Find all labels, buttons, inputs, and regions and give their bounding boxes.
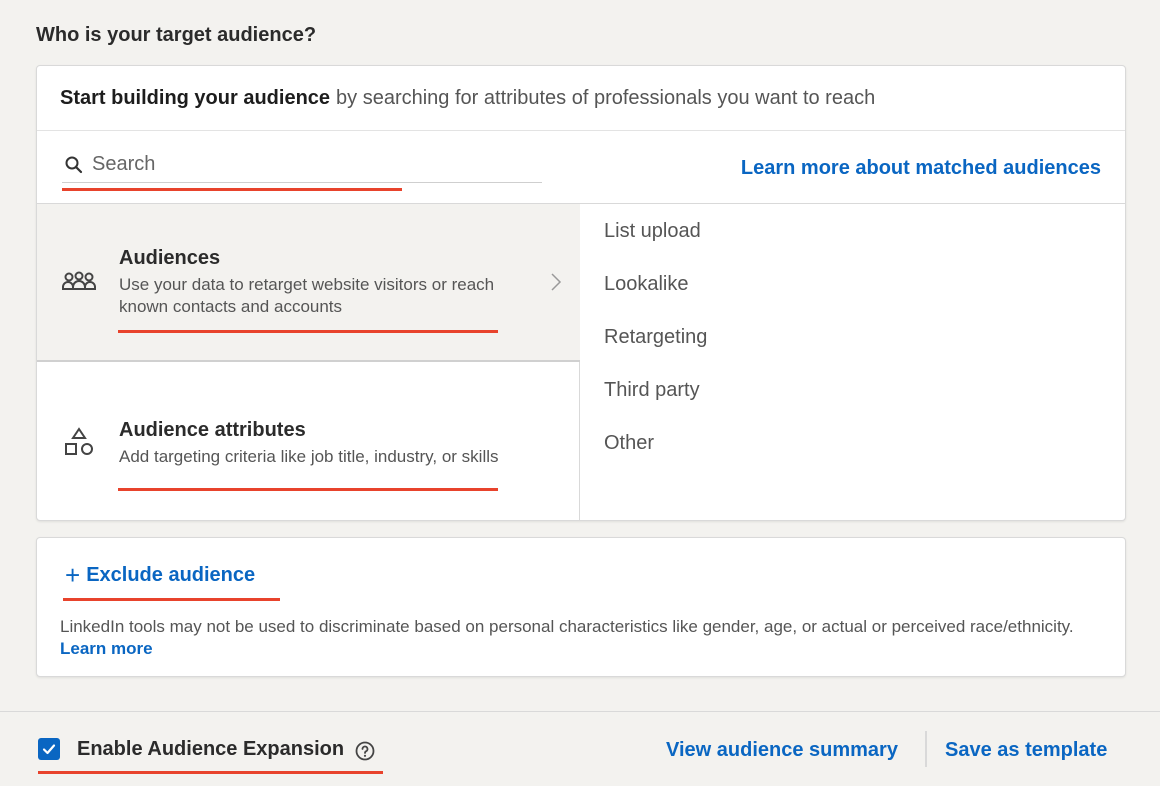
annotation-underline <box>118 488 498 491</box>
learn-more-matched-link[interactable]: Learn more about matched audiences <box>741 157 1101 180</box>
shapes-icon <box>65 427 93 455</box>
category-list: Audiences Use your data to retarget webs… <box>37 204 580 520</box>
search-field[interactable] <box>62 147 542 183</box>
category-desc: Add targeting criteria like job title, i… <box>119 446 499 466</box>
search-input[interactable] <box>92 153 492 176</box>
category-text: Audience attributes Add targeting criter… <box>119 419 509 468</box>
audience-builder-card: Start building your audience by searchin… <box>36 65 1126 521</box>
annotation-underline <box>62 188 402 191</box>
option-other[interactable]: Other <box>604 432 654 455</box>
save-as-template-link[interactable]: Save as template <box>945 739 1107 762</box>
learn-more-link[interactable]: Learn more <box>60 639 153 658</box>
option-lookalike[interactable]: Lookalike <box>604 273 689 296</box>
annotation-underline <box>118 330 498 333</box>
audience-expansion-label: Enable Audience Expansion <box>77 738 345 760</box>
chevron-right-icon <box>551 273 562 291</box>
category-text: Audiences Use your data to retarget webs… <box>119 247 509 318</box>
audience-expansion-checkbox[interactable] <box>38 738 60 760</box>
header-text: by searching for attributes of professio… <box>336 86 876 109</box>
group-icon <box>62 271 96 290</box>
targeting-page: Who is your target audience? Start build… <box>0 0 1160 786</box>
option-third-party[interactable]: Third party <box>604 379 700 402</box>
category-audience-attributes[interactable]: Audience attributes Add targeting criter… <box>37 364 580 522</box>
option-retargeting[interactable]: Retargeting <box>604 326 707 349</box>
plus-icon: + <box>65 560 81 590</box>
help-icon[interactable] <box>355 741 375 761</box>
footer-divider <box>0 711 1160 712</box>
footer-separator <box>925 731 927 767</box>
option-list-upload[interactable]: List upload <box>604 220 701 243</box>
view-audience-summary-link[interactable]: View audience summary <box>666 739 898 762</box>
category-title: Audiences <box>119 246 221 269</box>
audience-options-list: List upload Lookalike Retargeting Third … <box>581 204 1125 520</box>
disclaimer-text: LinkedIn tools may not be used to discri… <box>60 616 1100 660</box>
exclude-card: + Exclude audience LinkedIn tools may no… <box>36 537 1126 677</box>
category-audiences[interactable]: Audiences Use your data to retarget webs… <box>37 204 580 362</box>
search-row: Learn more about matched audiences <box>37 131 1125 203</box>
checkmark-icon <box>42 744 56 755</box>
category-panes: Audiences Use your data to retarget webs… <box>37 203 1125 520</box>
disclaimer-body: LinkedIn tools may not be used to discri… <box>60 617 1074 636</box>
category-title: Audience attributes <box>119 418 306 441</box>
search-icon <box>65 156 83 173</box>
annotation-underline <box>63 598 280 601</box>
exclude-audience-button[interactable]: + Exclude audience <box>65 562 255 588</box>
header-bold: Start building your audience <box>60 86 331 109</box>
section-title: Who is your target audience? <box>36 24 317 46</box>
card-header: Start building your audience by searchin… <box>37 66 1125 131</box>
exclude-label: Exclude audience <box>86 563 256 586</box>
category-desc: Use your data to retarget website visito… <box>119 274 495 316</box>
annotation-underline <box>38 771 383 774</box>
